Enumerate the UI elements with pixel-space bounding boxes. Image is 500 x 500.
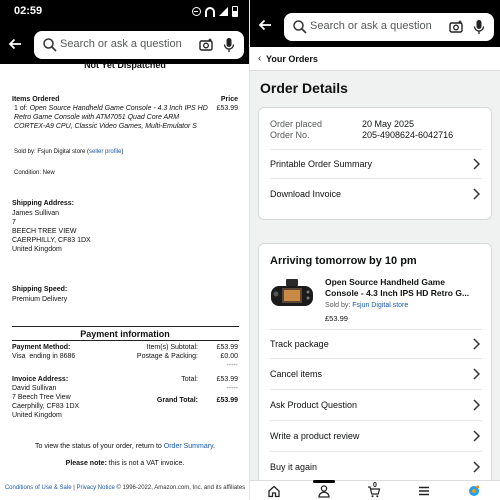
chevron-right-icon xyxy=(473,461,480,473)
search-placeholder: Search or ask a question xyxy=(60,38,182,50)
payment-info-heading: Payment information xyxy=(80,329,170,339)
item-title: Open Source Handheld Game Console - 4.3 … xyxy=(14,105,208,130)
sum-dashes: ----- xyxy=(226,385,238,392)
seller-link[interactable]: Fsjun Digital store xyxy=(352,302,408,309)
search-placeholder: Search or ask a question xyxy=(310,20,432,32)
page-footer: Conditions of Use & Sale | Privacy Notic… xyxy=(4,485,246,491)
chevron-left-icon: ‹ xyxy=(258,53,262,64)
invoice-address-label: Invoice Address: xyxy=(12,376,69,383)
item-description: 1 of: Open Source Handheld Game Console … xyxy=(14,104,209,131)
order-details-screen: Search or ask a question ‹ Your Orders O… xyxy=(250,0,500,500)
do-not-disturb-icon xyxy=(192,7,201,16)
item-condition: Condition: New xyxy=(14,170,55,176)
copyright-text: © 1996-2022, Amazon.com, Inc. and its af… xyxy=(116,485,246,491)
ask-product-question-row[interactable]: Ask Product Question xyxy=(270,391,482,421)
view-status-text: To view the status of your order, return… xyxy=(34,443,216,450)
item-price: £53.99 xyxy=(216,105,238,112)
back-arrow-icon[interactable] xyxy=(257,17,273,33)
breadcrumb-your-orders[interactable]: Your Orders xyxy=(266,54,318,64)
items-ordered-label: Items Ordered xyxy=(12,96,60,103)
order-placed-label: Order placed xyxy=(270,119,323,129)
privacy-notice-link[interactable]: Privacy Notice xyxy=(76,485,114,491)
order-placed-date: 20 May 2025 xyxy=(362,119,415,129)
order-info-card: Order placed 20 May 2025 Order No. 205-4… xyxy=(258,107,492,220)
search-header: Search or ask a question xyxy=(250,0,500,47)
vat-note: Please note: this is not a VAT invoice. xyxy=(65,460,185,467)
status-bar: 02:59 xyxy=(0,0,250,24)
status-time: 02:59 xyxy=(14,5,43,17)
breadcrumb[interactable]: ‹ Your Orders xyxy=(250,47,500,71)
chevron-right-icon xyxy=(473,399,480,411)
search-icon xyxy=(293,20,307,34)
item-subtotal-label: Item(s) Subtotal: xyxy=(146,344,198,351)
postage-label: Postage & Packing: xyxy=(136,353,198,360)
menu-icon[interactable] xyxy=(417,484,431,498)
battery-icon xyxy=(232,6,238,17)
cancel-items-row[interactable]: Cancel items xyxy=(270,360,482,390)
shipping-address-label: Shipping Address: xyxy=(12,200,74,207)
chevron-right-icon xyxy=(473,430,480,442)
shipment-card: Arriving tomorrow by 10 pm Open Source H… xyxy=(258,243,492,488)
product-title[interactable]: Open Source Handheld Game Console - 4.3 … xyxy=(325,277,475,299)
shipping-speed: Premium Delivery xyxy=(12,296,68,303)
total-label: Total: xyxy=(181,376,198,383)
price-label: Price xyxy=(220,96,238,103)
search-input[interactable]: Search or ask a question xyxy=(284,13,494,41)
chevron-right-icon xyxy=(473,188,480,200)
home-icon[interactable] xyxy=(267,484,281,498)
payment-method: Visa ending in 8686 xyxy=(12,353,76,360)
bottom-navigation: 0 xyxy=(250,480,500,500)
printable-order-summary-row[interactable]: Printable Order Summary xyxy=(270,149,482,179)
item-quantity: 1 of: xyxy=(14,105,28,112)
camera-scan-icon[interactable] xyxy=(198,37,214,53)
account-icon[interactable] xyxy=(317,484,331,498)
payment-method-label: Payment Method: xyxy=(12,344,71,351)
arrival-estimate: Arriving tomorrow by 10 pm xyxy=(270,255,417,267)
conditions-of-use-link[interactable]: Conditions of Use & Sale xyxy=(5,485,72,491)
order-number-label: Order No. xyxy=(270,130,310,140)
order-number: 205-4908624-6042716 xyxy=(362,130,454,140)
search-icon xyxy=(43,38,57,52)
divider xyxy=(12,340,239,341)
item-subtotal: £53.99 xyxy=(216,344,238,351)
grand-total-amount: £53.99 xyxy=(216,397,238,404)
microphone-icon[interactable] xyxy=(223,37,235,53)
divider xyxy=(12,326,239,327)
download-invoice-row[interactable]: Download Invoice xyxy=(270,180,482,210)
cart-count: 0 xyxy=(373,482,377,489)
product-thumbnail[interactable] xyxy=(270,277,314,313)
product-price: £53.99 xyxy=(325,314,348,323)
assistant-icon[interactable] xyxy=(467,484,481,498)
chevron-right-icon xyxy=(473,158,480,170)
shipping-address: James Sullivan 7 BEECH TREE VIEW CAERPHI… xyxy=(12,210,91,253)
chevron-right-icon xyxy=(473,338,480,350)
back-arrow-icon[interactable] xyxy=(7,36,23,52)
chevron-right-icon xyxy=(473,368,480,380)
wifi-icon xyxy=(205,6,215,17)
page-title: Order Details xyxy=(260,80,348,96)
active-tab-indicator xyxy=(313,480,335,483)
search-header: Search or ask a question xyxy=(0,24,250,64)
sum-dashes: ----- xyxy=(226,362,238,369)
product-seller: Sold by: Fsjun Digital store xyxy=(325,302,409,309)
track-package-row[interactable]: Track package xyxy=(270,329,482,359)
invoice-address: David Sullivan 7 Beech Tree View Caerphi… xyxy=(12,385,80,419)
microphone-icon[interactable] xyxy=(473,19,485,35)
order-status-heading: Not Yet Dispatched xyxy=(84,60,166,70)
invoice-screen: 02:59 Search or ask a question Not Yet D… xyxy=(0,0,250,500)
invoice-document: Not Yet Dispatched Items Ordered Price 1… xyxy=(0,60,250,500)
total-amount: £53.99 xyxy=(216,376,238,383)
write-review-row[interactable]: Write a product review xyxy=(270,422,482,452)
grand-total-label: Grand Total: xyxy=(156,397,198,404)
sold-by: Sold by: Fsjun Digital store (seller pro… xyxy=(14,149,124,155)
postage-amount: £0.00 xyxy=(220,353,238,360)
signal-icon xyxy=(219,7,228,16)
buy-it-again-row[interactable]: Buy it again xyxy=(270,453,482,483)
search-input[interactable]: Search or ask a question xyxy=(34,31,244,59)
camera-scan-icon[interactable] xyxy=(448,19,464,35)
seller-profile-link[interactable]: seller profile xyxy=(89,149,121,155)
order-summary-link[interactable]: Order Summary xyxy=(164,443,213,450)
shipping-speed-label: Shipping Speed: xyxy=(12,286,68,293)
